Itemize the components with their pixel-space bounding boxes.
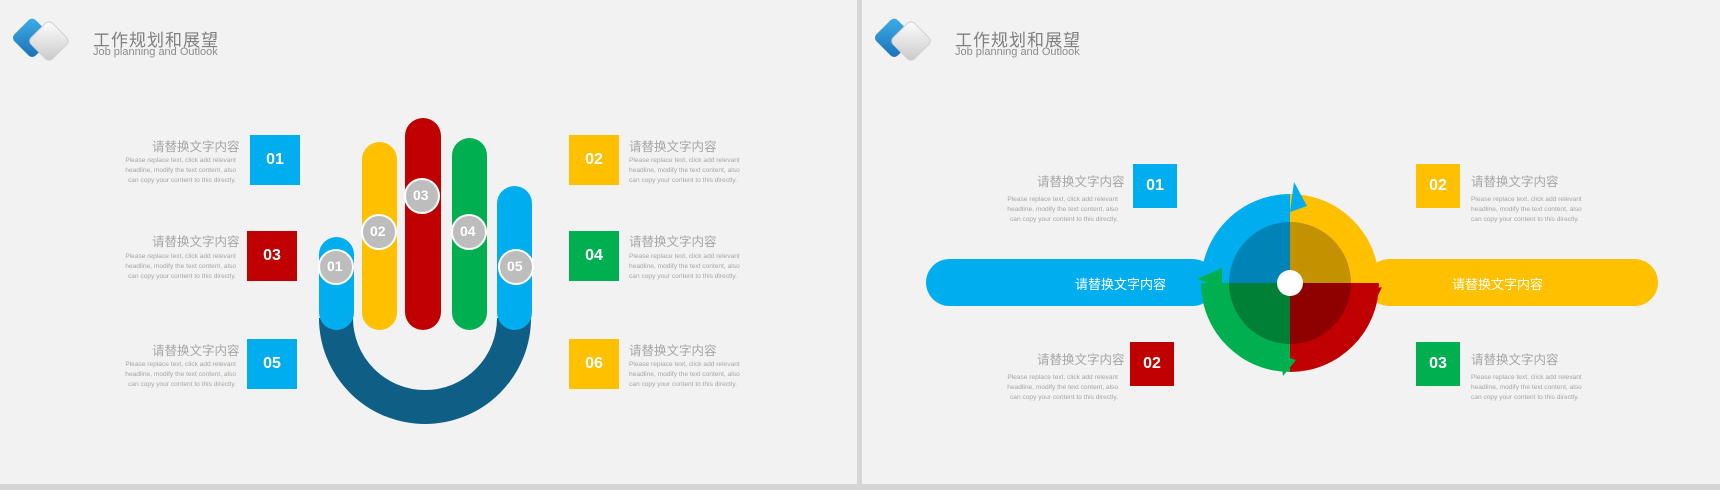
item-03-desc: Please replace text, click add relevant … <box>125 253 236 280</box>
left-bar <box>926 259 1216 306</box>
s2-item-02r-label: 请替换文字内容 <box>1471 174 1559 189</box>
right-bar-label: 请替换文字内容 <box>1452 278 1544 293</box>
item-02-label: 请替换文字内容 <box>629 139 717 154</box>
s2-item-02r-badge: 02 <box>1416 164 1460 208</box>
left-bar-label: 请替换文字内容 <box>1075 278 1167 293</box>
cycle-diagram <box>926 182 1658 376</box>
s2-item-01-desc: Please replace text, click add relevant … <box>1007 196 1118 223</box>
s2-item-02r-desc: Please replace text, click add relevant … <box>1471 196 1582 223</box>
slide-cycle-diagram: 工作规划和展望 Job planning and Outlook 请替换文字内容… <box>862 0 1720 484</box>
item-05-badge: 05 <box>247 339 297 389</box>
center-dot <box>1277 270 1303 296</box>
item-05-label: 请替换文字内容 <box>152 343 240 358</box>
finger-number-5: 05 <box>507 258 523 274</box>
finger-number-1: 01 <box>327 258 343 274</box>
item-01-badge: 01 <box>250 135 300 185</box>
slide-hand-diagram: 工作规划和展望 Job planning and Outlook 01 02 0… <box>0 0 857 484</box>
s2-item-02-desc: Please replace text, click add relevant … <box>1007 374 1118 401</box>
s2-item-03-desc: Please replace text, click add relevant … <box>1471 374 1582 401</box>
s2-item-01-label: 请替换文字内容 <box>1037 174 1125 189</box>
item-06-label: 请替换文字内容 <box>629 343 717 358</box>
item-04-label: 请替换文字内容 <box>629 234 717 249</box>
item-05-desc: Please replace text, click add relevant … <box>125 361 236 388</box>
item-02-badge: 02 <box>569 135 619 185</box>
item-02-desc: Please replace text, click add relevant … <box>629 157 740 184</box>
item-01-desc: Please replace text, click add relevant … <box>125 157 236 184</box>
finger-3 <box>405 118 441 330</box>
hand-diagram <box>318 118 534 424</box>
item-01-label: 请替换文字内容 <box>152 139 240 154</box>
finger-number-4: 04 <box>460 223 476 239</box>
item-04-badge: 04 <box>569 231 619 281</box>
s2-item-02-label: 请替换文字内容 <box>1037 352 1125 367</box>
s2-item-03-label: 请替换文字内容 <box>1471 352 1559 367</box>
item-06-badge: 06 <box>569 339 619 389</box>
finger-number-2: 02 <box>370 223 386 239</box>
palm-arc <box>319 317 531 424</box>
item-03-label: 请替换文字内容 <box>152 234 240 249</box>
finger-number-3: 03 <box>413 187 429 203</box>
item-03-badge: 03 <box>247 231 297 281</box>
s2-item-02-badge: 02 <box>1130 342 1174 386</box>
item-06-desc: Please replace text, click add relevant … <box>629 361 740 388</box>
s2-item-03-badge: 03 <box>1416 342 1460 386</box>
item-04-desc: Please replace text, click add relevant … <box>629 253 740 280</box>
s2-item-01-badge: 01 <box>1133 164 1177 208</box>
